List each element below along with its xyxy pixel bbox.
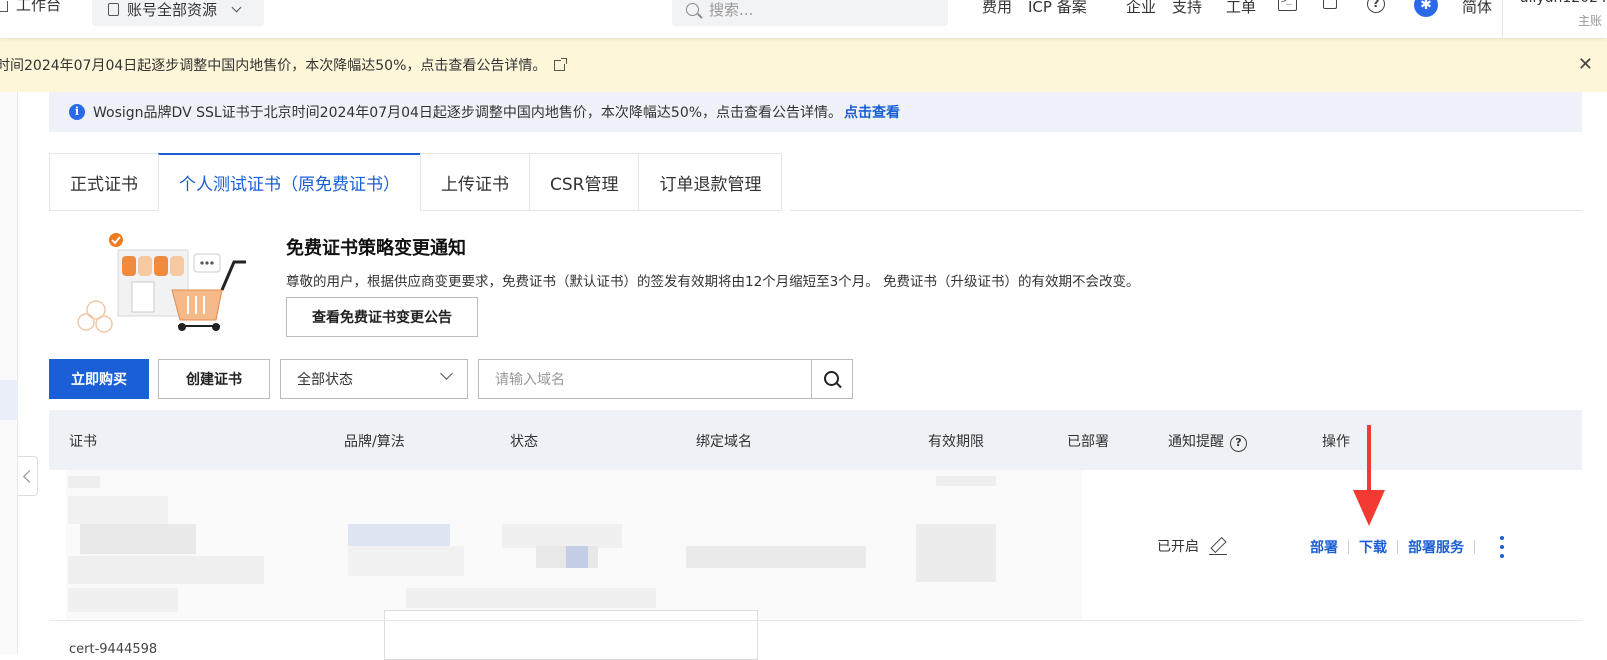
row-operations: 部署 下载 部署服务 [1310, 536, 1505, 558]
account-role: 主账 [1578, 14, 1603, 28]
col-domain: 绑定域名 [696, 434, 752, 450]
row-divider [49, 620, 1582, 621]
info-text: Wosign品牌DV SSL证书于北京时间2024年07月04日起逐步调整中国内… [93, 105, 843, 121]
col-cert: 证书 [69, 434, 97, 450]
annotation-arrow-head [1353, 490, 1385, 526]
next-cert-id[interactable]: cert-9444598 [69, 642, 157, 657]
nav-link-icp[interactable]: ICP 备案 [1028, 0, 1087, 17]
domain-search-placeholder: 请输入域名 [495, 372, 565, 388]
col-validity: 有效期限 [928, 434, 984, 450]
col-deployed: 已部署 [1067, 434, 1109, 450]
external-link-icon[interactable] [554, 58, 568, 71]
sidebar-active-item[interactable] [0, 380, 18, 420]
chevron-down-icon [440, 367, 453, 380]
search-icon [686, 2, 699, 16]
ops-separator [1348, 540, 1349, 554]
tab-formal-cert[interactable]: 正式证书 [49, 153, 158, 211]
col-ops: 操作 [1322, 434, 1350, 450]
notify-status-label: 已开启 [1157, 539, 1199, 555]
domain-search-button[interactable] [811, 359, 853, 399]
language-switch[interactable]: 简体 [1462, 0, 1492, 17]
notify-status: 已开启 [1157, 536, 1227, 556]
download-link[interactable]: 下载 [1359, 537, 1387, 557]
help-icon[interactable]: ? [1230, 435, 1247, 452]
nav-divider [1502, 0, 1503, 38]
top-nav: 工作台 账号全部资源 搜索... 费用 ICP 备案 企业 支持 工单 >_ ?… [0, 0, 1607, 38]
tab-divider [790, 210, 1582, 211]
deploy-service-link[interactable]: 部署服务 [1408, 537, 1464, 557]
tab-upload-cert[interactable]: 上传证书 [420, 153, 529, 211]
terminal-icon[interactable]: >_ [1278, 0, 1297, 11]
nav-link-support[interactable]: 支持 [1172, 0, 1202, 17]
sidebar-collapse-button[interactable] [18, 456, 38, 496]
col-brand: 品牌/算法 [344, 434, 405, 450]
status-filter-value: 全部状态 [297, 372, 353, 388]
create-cert-button[interactable]: 创建证书 [158, 359, 270, 399]
info-link[interactable]: 点击查看 [844, 102, 900, 122]
banner-text[interactable]: 时间2024年07月04日起逐步调整中国内地售价，本次降幅达50%，点击查看公告… [0, 55, 568, 75]
notice-body: 尊敬的用户，根据供应商变更要求，免费证书（默认证书）的签发有效期将由12个月缩短… [286, 274, 1140, 290]
tab-csr[interactable]: CSR管理 [529, 153, 639, 211]
assistant-icon[interactable]: ✱ [1414, 0, 1438, 17]
view-notice-button[interactable]: 查看免费证书变更公告 [286, 297, 478, 337]
notice-title: 免费证书策略变更通知 [286, 238, 466, 259]
global-search-input[interactable]: 搜索... [672, 0, 948, 26]
table-header: 证书 品牌/算法 状态 绑定域名 有效期限 已部署 通知提醒? 操作 [49, 410, 1582, 470]
search-icon [824, 371, 839, 386]
workbench-label: 工作台 [16, 0, 62, 14]
tab-test-cert[interactable]: 个人测试证书（原免费证书） [158, 153, 420, 211]
resource-scope-button[interactable]: 账号全部资源 [92, 0, 264, 26]
status-filter-select[interactable]: 全部状态 [280, 359, 468, 399]
left-sidebar [0, 92, 18, 654]
deploy-link[interactable]: 部署 [1310, 537, 1338, 557]
annotation-arrow-shaft [1367, 425, 1371, 495]
nav-link-enterprise[interactable]: 企业 [1126, 0, 1156, 17]
help-icon[interactable]: ? [1367, 0, 1385, 13]
bell-icon[interactable] [1323, 0, 1337, 9]
redacted-cert-row [66, 470, 1082, 620]
ops-separator [1474, 540, 1475, 554]
account-name[interactable]: aliyun12024 [1520, 0, 1607, 6]
edit-icon[interactable] [1209, 537, 1227, 556]
shop-cart-illustration [77, 233, 246, 333]
info-notice: i Wosign品牌DV SSL证书于北京时间2024年07月04日起逐步调整中… [49, 92, 1582, 132]
home-icon [0, 1, 8, 12]
database-icon [108, 2, 119, 16]
col-status: 状态 [510, 434, 538, 450]
more-actions-icon[interactable] [1499, 536, 1505, 558]
chevron-down-icon [231, 2, 242, 12]
cert-tabs: 正式证书 个人测试证书（原免费证书） 上传证书 CSR管理 订单退款管理 [49, 153, 783, 211]
ops-separator [1397, 540, 1398, 554]
close-icon[interactable]: ✕ [1578, 54, 1593, 75]
resource-scope-label: 账号全部资源 [127, 0, 218, 19]
nav-link-fees[interactable]: 费用 [982, 0, 1012, 17]
tab-refund[interactable]: 订单退款管理 [638, 153, 783, 211]
workbench-link[interactable]: 工作台 [0, 0, 61, 15]
buy-now-button[interactable]: 立即购买 [49, 359, 149, 399]
domain-search-input[interactable]: 请输入域名 [478, 359, 812, 399]
announcement-banner: 时间2024年07月04日起逐步调整中国内地售价，本次降幅达50%，点击查看公告… [0, 38, 1607, 92]
global-search-placeholder: 搜索... [709, 0, 754, 19]
overlapping-popover [384, 610, 758, 660]
col-notify: 通知提醒? [1168, 431, 1247, 452]
nav-link-ticket[interactable]: 工单 [1226, 0, 1256, 17]
info-icon: i [69, 104, 85, 120]
